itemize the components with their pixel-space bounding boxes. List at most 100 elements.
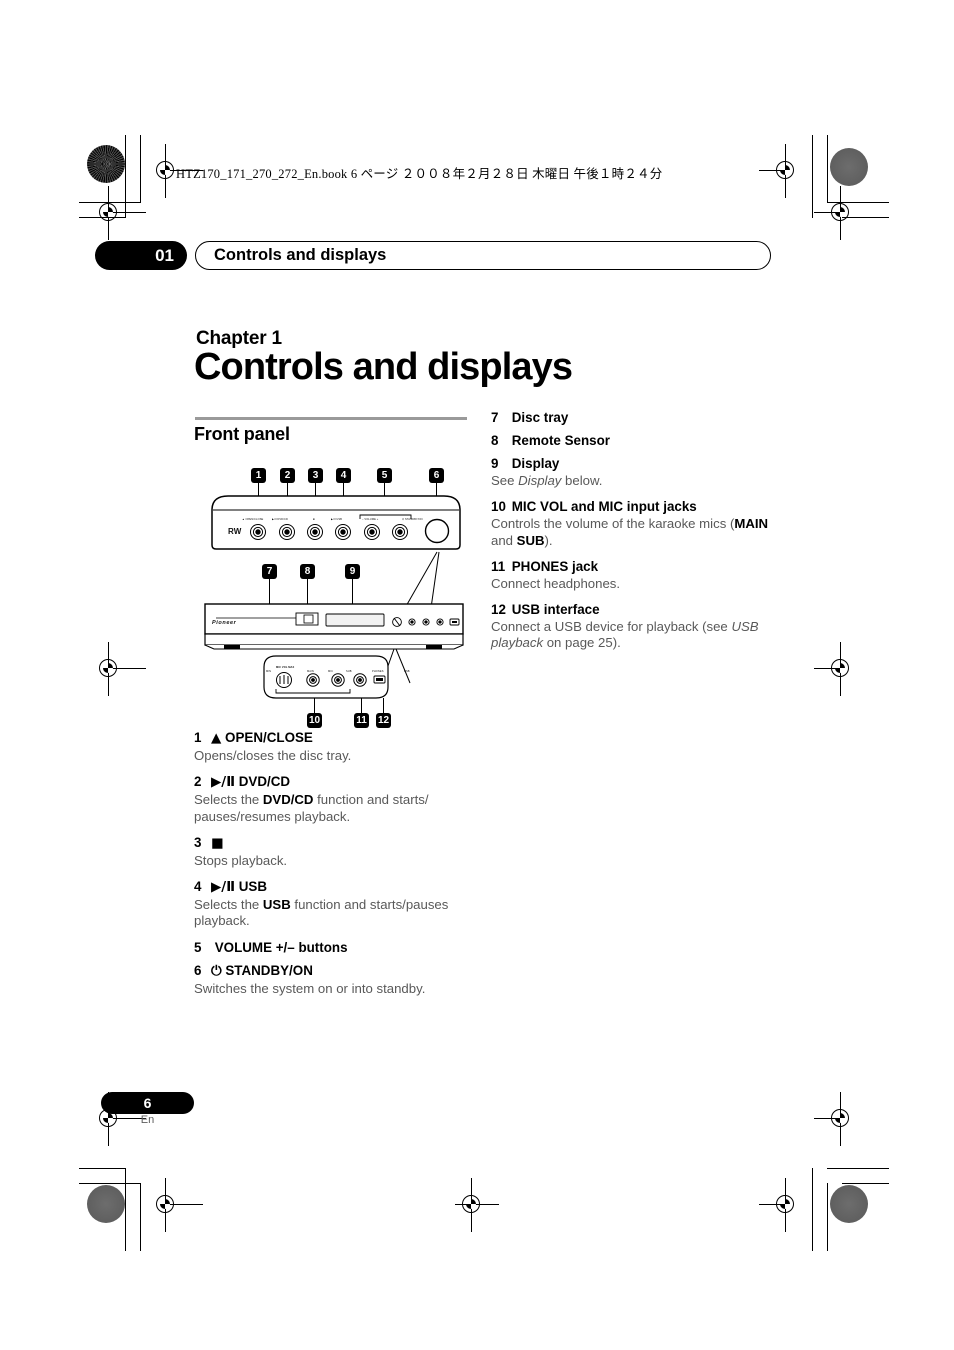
item-title: Disc tray <box>511 410 569 425</box>
item-heading: 5 VOLUME +/– buttons <box>194 940 474 956</box>
item-number: 9 <box>491 456 499 471</box>
item-title: Display <box>511 456 560 471</box>
stop-icon: ■ <box>211 835 224 851</box>
registration-mark <box>149 1178 203 1232</box>
panel-label-stop: ■ <box>313 518 315 521</box>
item-title: USB <box>238 879 268 895</box>
item-body: Selects the DVD/CD function and starts/ … <box>194 792 429 824</box>
item-body: Stops playback. <box>194 852 288 868</box>
front-panel-middle-unit <box>204 603 464 650</box>
item-title: STANDBY/ON <box>225 962 313 978</box>
item-heading: 1 ▲ OPEN/CLOSE <box>194 730 474 747</box>
item-number: 4 <box>194 879 202 895</box>
item-body: Opens/closes the disc tray. <box>194 748 352 763</box>
crop-line <box>79 1168 126 1170</box>
callout-10: 10 <box>307 713 322 728</box>
list-item: 3 ■ Stops playback. <box>194 835 474 869</box>
leader-lines-v <box>404 551 440 609</box>
items-column-right: 7 Disc tray 8 Remote Sensor 9 Display Se… <box>491 410 776 662</box>
item-number: 11 <box>491 558 506 574</box>
panel-label-main: MAIN <box>307 670 314 673</box>
page-title: Controls and displays <box>194 346 573 388</box>
item-number: 7 <box>491 410 499 425</box>
registration-mark <box>814 642 858 696</box>
panel-label-min: MIN <box>266 670 272 673</box>
panel-label-usb: ▶/II USB <box>331 518 343 521</box>
panel-label-rw: RW <box>228 527 242 536</box>
list-item: 6 ⏻ STANDBY/ON Switches the system on or … <box>194 963 474 997</box>
crop-line <box>812 135 814 218</box>
callout-8: 8 <box>300 564 315 579</box>
panel-label-volume: – VOLUME + <box>362 518 379 521</box>
panel-label-mic: MIC <box>328 670 334 673</box>
panel-label-phones: PHONES <box>372 670 384 673</box>
front-panel-bottom-unit <box>263 655 389 699</box>
callout-12: 12 <box>376 713 391 728</box>
item-heading: 2 ▶/Ⅱ DVD/CD <box>194 774 474 791</box>
item-title: PHONES jack <box>511 558 599 574</box>
item-title: OPEN/CLOSE <box>225 730 313 745</box>
item-number: 8 <box>491 433 499 448</box>
panel-label-dvd-cd: ▶/II DVD/CD <box>272 518 288 521</box>
item-title: DVD/CD <box>238 774 291 790</box>
item-title: VOLUME +/– buttons <box>214 939 348 955</box>
item-number: 1 <box>194 730 202 745</box>
item-number: 12 <box>491 602 506 618</box>
list-item: 8 Remote Sensor <box>491 433 776 449</box>
item-body: See Display below. <box>491 473 603 488</box>
panel-label-mic-vol: MIC VOL MAX <box>276 666 295 669</box>
registration-mark <box>814 186 858 240</box>
callout-1: 1 <box>251 468 266 483</box>
registration-mark <box>814 1092 858 1146</box>
callout-5: 5 <box>377 468 392 483</box>
chapter-header-bar: 01 Controls and displays <box>95 241 771 270</box>
item-heading: 6 ⏻ STANDBY/ON <box>194 963 474 980</box>
panel-label-sub: SUB <box>346 670 352 673</box>
item-number: 6 <box>194 962 202 978</box>
eject-icon: ▲ <box>211 731 222 746</box>
list-item: 9 Display See Display below. <box>491 456 776 489</box>
list-item: 12 USB interface Connect a USB device fo… <box>491 602 776 652</box>
leader-line <box>307 579 308 605</box>
halftone-patch <box>87 145 125 183</box>
callout-11: 11 <box>354 713 369 728</box>
list-item: 1 ▲ OPEN/CLOSE Opens/closes the disc tray… <box>194 730 474 764</box>
item-heading: 10 MIC VOL and MIC input jacks <box>491 499 776 515</box>
section-rule <box>195 417 467 420</box>
callout-4: 4 <box>336 468 351 483</box>
registration-mark <box>92 186 146 240</box>
panel-label-open-close: ▲ OPEN/CLOSE <box>242 518 264 521</box>
list-item: 10 MIC VOL and MIC input jacks Controls … <box>491 499 776 549</box>
item-number: 5 <box>194 939 202 955</box>
callout-3: 3 <box>308 468 323 483</box>
registration-mark <box>92 642 146 696</box>
page-language: En <box>140 1114 155 1126</box>
item-heading: 3 ■ <box>194 835 474 852</box>
play-pause-icon: ▶/Ⅱ <box>211 775 236 791</box>
item-body: Controls the volume of the karaoke mics … <box>491 516 769 548</box>
item-heading: 7 Disc tray <box>491 410 776 426</box>
page-number: 6 <box>143 1095 152 1111</box>
panel-label-usb2: USB <box>404 670 410 673</box>
leader-line <box>269 579 270 605</box>
list-item: 7 Disc tray <box>491 410 776 426</box>
item-body: Connect headphones. <box>491 575 621 591</box>
callout-6: 6 <box>429 468 444 483</box>
crop-line <box>827 1168 889 1170</box>
item-number: 10 <box>491 499 506 515</box>
item-number: 2 <box>194 774 202 790</box>
crop-line <box>125 1168 127 1251</box>
registration-mark <box>759 1178 803 1232</box>
panel-label-standby: ⏻ STANDBY/ON <box>402 518 423 521</box>
item-title: Remote Sensor <box>511 433 610 448</box>
callout-2: 2 <box>280 468 295 483</box>
item-heading: 11 PHONES jack <box>491 559 776 575</box>
crop-line <box>140 1183 142 1251</box>
crop-line <box>827 135 829 203</box>
crop-line <box>827 1183 829 1251</box>
callout-7: 7 <box>262 564 277 579</box>
crop-line <box>79 1183 141 1185</box>
halftone-patch <box>830 1185 868 1223</box>
registration-mark <box>455 1178 499 1232</box>
registration-mark <box>759 144 803 198</box>
